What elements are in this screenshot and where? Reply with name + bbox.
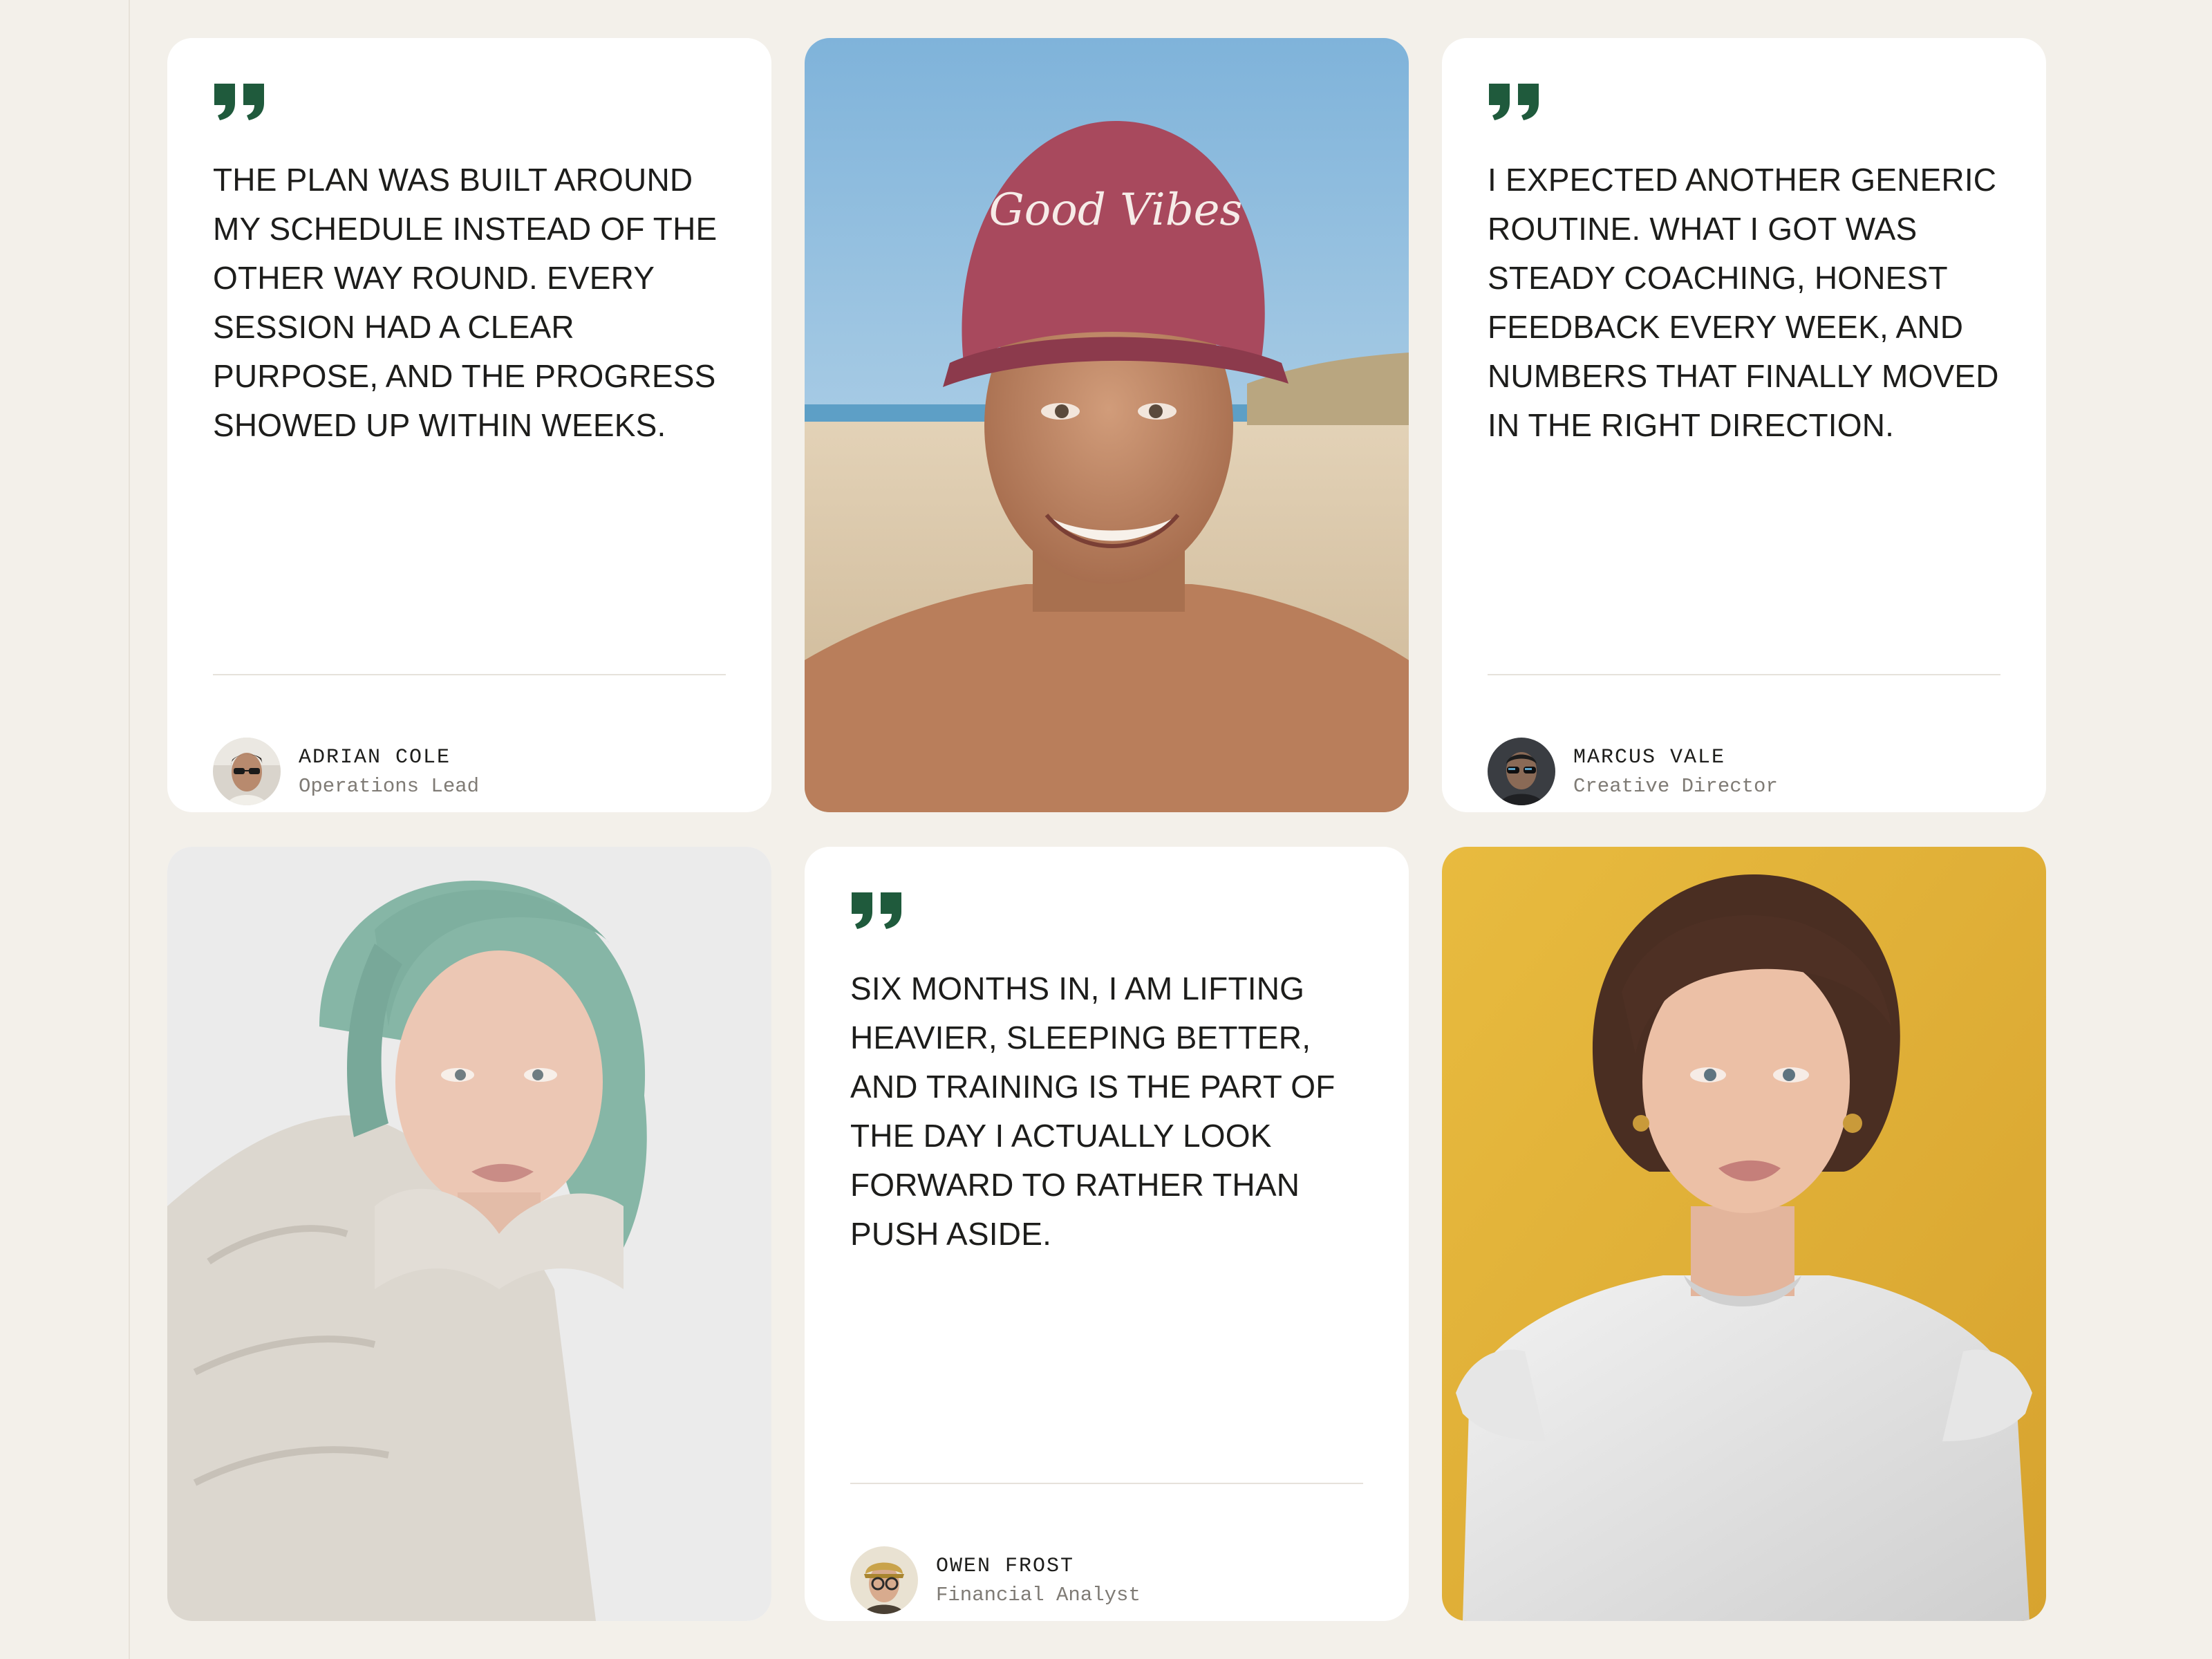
avatar <box>213 738 281 805</box>
author: Marcus Vale Creative Director <box>1488 738 1778 805</box>
author: Adrian Cole Operations Lead <box>213 738 479 805</box>
divider <box>850 1483 1363 1484</box>
author-name: Adrian Cole <box>299 745 451 769</box>
testimonial-card-adrian-cole: The plan was built around my schedule in… <box>167 38 771 812</box>
author-name: Marcus Vale <box>1573 745 1726 769</box>
author-role: Operations Lead <box>299 774 480 798</box>
green-hair-portrait-image <box>167 847 771 1621</box>
divider <box>213 674 726 675</box>
beach-portrait-image: Good Vibes <box>805 38 1409 812</box>
photo-card-yellow-portrait <box>1442 847 2046 1621</box>
divider <box>1488 674 2000 675</box>
author-name: Owen Frost <box>936 1554 1075 1578</box>
photo-card-beach-portrait: Good Vibes <box>805 38 1409 812</box>
page-left-rule <box>129 0 130 1659</box>
testimonial-quote: Six months in, I am lifting heavier, sle… <box>850 971 1335 1252</box>
quote-icon <box>850 891 1363 930</box>
photo-card-green-hair-portrait <box>167 847 771 1621</box>
author-role: Creative Director <box>1573 774 1778 798</box>
author: Owen Frost Financial Analyst <box>850 1546 1141 1614</box>
yellow-portrait-image <box>1442 847 2046 1621</box>
avatar <box>1488 738 1555 805</box>
testimonial-card-marcus-vale: I expected another generic routine. What… <box>1442 38 2046 812</box>
testimonial-card-owen-frost: Six months in, I am lifting heavier, sle… <box>805 847 1409 1621</box>
cap-text: Good Vibes <box>989 185 1243 236</box>
testimonials-grid: The plan was built around my schedule in… <box>167 38 2046 1621</box>
author-role: Financial Analyst <box>936 1583 1141 1606</box>
avatar <box>850 1546 918 1614</box>
quote-icon <box>1488 82 2000 121</box>
testimonial-quote: I expected another generic routine. What… <box>1488 162 1999 443</box>
quote-icon <box>213 82 726 121</box>
testimonial-quote: The plan was built around my schedule in… <box>213 162 718 443</box>
